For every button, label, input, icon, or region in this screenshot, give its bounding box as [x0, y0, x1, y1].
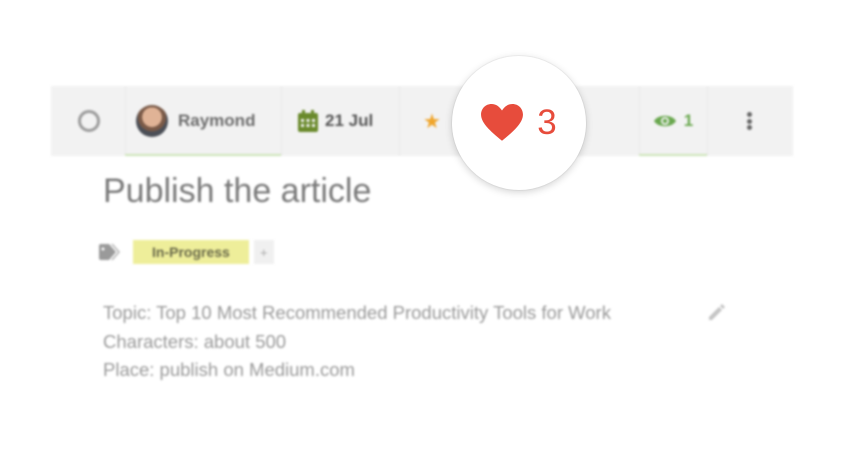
description-line: Characters: about 500 [103, 330, 287, 352]
assignee-underline [125, 154, 281, 156]
star-icon: ★ [423, 110, 441, 133]
toolbar-divider [399, 86, 400, 156]
tag-list: In-Progress + [99, 240, 274, 264]
toolbar-divider [707, 86, 708, 156]
tag-icon [99, 244, 120, 260]
assignee-name: Raymond [178, 111, 256, 130]
task-toolbar: Raymond 21 Jul ★ 1 [51, 86, 793, 156]
toolbar-divider [281, 86, 282, 156]
watchers-count: 1 [683, 111, 694, 130]
due-date-button[interactable]: 21 Jul [297, 86, 373, 156]
add-tag-button[interactable]: + [253, 240, 274, 264]
task-title[interactable]: Publish the article [103, 172, 371, 211]
description-line: Place: publish on Medium.com [103, 359, 355, 380]
more-options-button[interactable] [741, 86, 757, 156]
watchers-button[interactable]: 1 [639, 86, 707, 156]
like-button[interactable]: 3 [452, 56, 586, 190]
star-button[interactable]: ★ [423, 86, 441, 156]
eye-icon [653, 115, 676, 127]
pencil-icon[interactable] [706, 302, 726, 322]
avatar [136, 105, 168, 137]
complete-task-button[interactable] [75, 86, 103, 156]
task-description[interactable]: Topic: Top 10 Most Recommended Productiv… [103, 299, 611, 385]
like-count: 3 [537, 103, 557, 142]
more-vert-icon [746, 111, 752, 132]
assignee-button[interactable]: Raymond [125, 86, 281, 156]
description-line: Topic: Top 10 Most Recommended Productiv… [103, 302, 611, 323]
due-date-label: 21 Jul [325, 111, 374, 130]
watchers-underline [639, 154, 707, 156]
tag-in-progress[interactable]: In-Progress [133, 240, 249, 264]
calendar-icon [298, 110, 318, 132]
complete-circle-icon [78, 110, 100, 132]
heart-icon [481, 104, 524, 141]
